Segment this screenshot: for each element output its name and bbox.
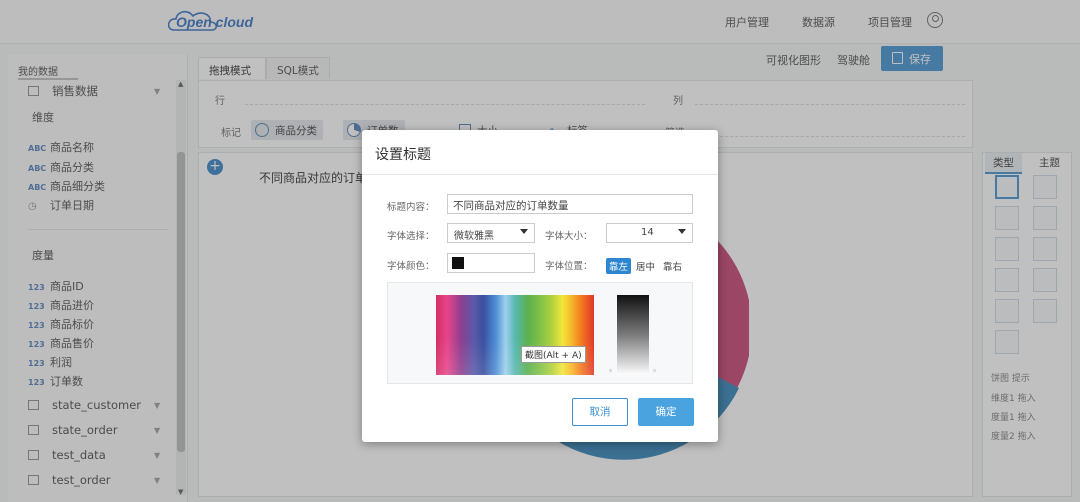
font-select[interactable]: 微软雅黑 xyxy=(447,223,535,243)
size-label: 字体大小： xyxy=(545,231,593,242)
font-label: 字体选择： xyxy=(387,231,435,242)
align-right-option[interactable]: 靠右 xyxy=(660,258,685,274)
slider-marker xyxy=(653,369,656,372)
dialog-title: 设置标题 xyxy=(375,147,431,163)
color-spectrum[interactable] xyxy=(436,295,594,375)
brightness-slider[interactable] xyxy=(617,295,649,375)
align-center-option[interactable]: 居中 xyxy=(633,258,658,274)
ok-button[interactable]: 确定 xyxy=(638,398,694,426)
screenshot-tooltip: 截图(Alt + A) xyxy=(521,346,586,363)
divider xyxy=(362,174,718,175)
set-title-dialog: 设置标题 标题内容： 不同商品对应的订单数量 字体选择： 微软雅黑 字体大小： … xyxy=(362,130,718,442)
color-input[interactable] xyxy=(447,253,535,273)
position-label: 字体位置： xyxy=(545,261,593,272)
size-value: 14 xyxy=(641,227,654,238)
content-label: 标题内容： xyxy=(387,202,435,213)
size-select[interactable]: 14 xyxy=(606,223,693,243)
color-swatch xyxy=(452,257,464,269)
slider-marker xyxy=(609,369,612,372)
align-left-option[interactable]: 靠左 xyxy=(606,258,632,274)
caret-down-icon xyxy=(520,229,528,234)
caret-down-icon xyxy=(678,229,686,234)
cancel-button[interactable]: 取消 xyxy=(572,398,628,426)
font-value: 微软雅黑 xyxy=(454,231,494,242)
title-content-input[interactable]: 不同商品对应的订单数量 xyxy=(447,194,693,214)
color-picker: 截图(Alt + A) xyxy=(387,282,693,384)
color-label: 字体颜色： xyxy=(387,261,435,272)
